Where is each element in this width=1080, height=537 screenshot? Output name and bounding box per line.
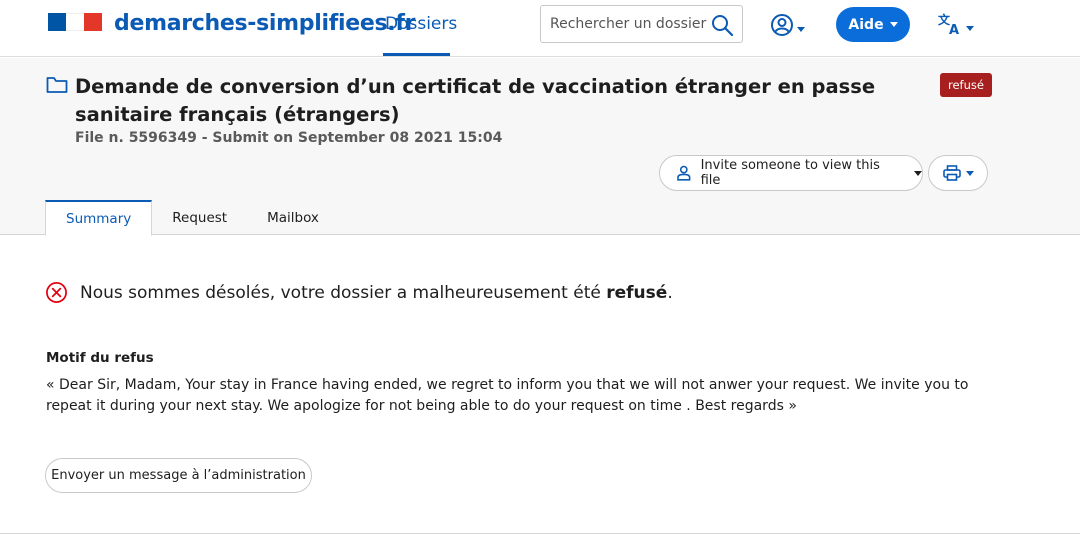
dossier-tabs: Summary Request Mailbox xyxy=(45,200,339,236)
chevron-down-icon xyxy=(966,25,974,31)
refusal-text-prefix: Nous sommes désolés, votre dossier a mal… xyxy=(80,282,607,303)
refusal-text-suffix: . xyxy=(667,282,673,303)
send-message-button[interactable]: Envoyer un message à l’administration xyxy=(45,458,312,493)
motif-text: « Dear Sir, Madam, Your stay in France h… xyxy=(46,377,969,414)
folder-icon xyxy=(46,77,68,93)
account-menu-button[interactable] xyxy=(770,12,810,38)
printer-icon xyxy=(942,165,961,181)
refusal-notice: Nous sommes désolés, votre dossier a mal… xyxy=(45,281,673,304)
invite-label: Invite someone to view this file xyxy=(700,158,880,188)
site-name-link[interactable]: demarches-simplifiees.fr xyxy=(114,11,415,36)
chevron-down-icon xyxy=(965,170,974,176)
bottom-divider xyxy=(0,533,1080,534)
user-circle-icon xyxy=(771,14,793,36)
logo-white-stripe xyxy=(66,13,84,31)
chevron-down-icon xyxy=(797,26,805,32)
aide-label: Aide xyxy=(848,16,884,33)
logo-red-stripe xyxy=(84,13,102,31)
status-badge: refusé xyxy=(940,73,992,97)
search-icon[interactable] xyxy=(710,13,734,37)
print-button[interactable] xyxy=(928,155,988,191)
motif-title: Motif du refus xyxy=(46,350,154,366)
dossier-title: Demande de conversion d’un certificat de… xyxy=(75,75,876,126)
invite-button[interactable]: Invite someone to view this file xyxy=(659,155,923,191)
tab-request[interactable]: Request xyxy=(152,200,247,236)
language-menu-button[interactable]: 文 A xyxy=(938,10,978,38)
search-box xyxy=(540,5,743,43)
chevron-down-icon xyxy=(889,22,898,27)
translate-icon: 文 A xyxy=(938,12,959,36)
top-header: demarches-simplifiees.fr Dossiers Aide 文… xyxy=(0,0,1080,57)
marianne-logo[interactable] xyxy=(48,13,102,31)
nav-dossiers-link[interactable]: Dossiers xyxy=(385,14,457,34)
svg-text:A: A xyxy=(949,23,959,36)
refusal-text: Nous sommes désolés, votre dossier a mal… xyxy=(80,283,673,303)
error-circle-icon xyxy=(46,282,67,303)
tab-summary[interactable]: Summary xyxy=(45,200,153,236)
nav-active-underline xyxy=(383,53,450,56)
logo-blue-stripe xyxy=(48,13,66,31)
file-info: File n. 5596349 - Submit on September 08… xyxy=(75,130,503,146)
refusal-text-bold: refusé xyxy=(606,282,668,303)
aide-button[interactable]: Aide xyxy=(836,7,910,42)
tab-mailbox[interactable]: Mailbox xyxy=(247,200,339,236)
person-icon xyxy=(677,165,691,181)
dossier-header: Demande de conversion d’un certificat de… xyxy=(0,58,1080,236)
search-input[interactable] xyxy=(550,16,710,32)
chevron-down-icon xyxy=(914,170,922,176)
